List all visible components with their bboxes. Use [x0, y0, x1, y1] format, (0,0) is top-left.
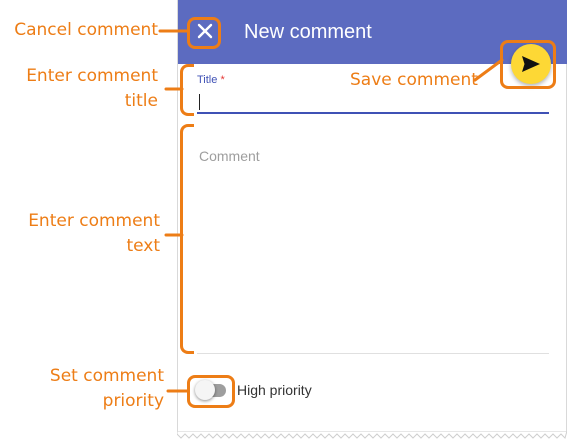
enter-text-callout-line1: Enter comment — [28, 211, 160, 231]
set-priority-callout-line1: Set comment — [49, 366, 164, 386]
screenshot: New comment Title * High priority — [0, 0, 567, 439]
torn-edge — [177, 431, 567, 439]
close-icon — [197, 23, 213, 39]
dialog-title: New comment — [244, 21, 372, 43]
cancel-comment-button[interactable] — [190, 16, 220, 46]
text-cursor — [199, 94, 200, 110]
set-priority-callout-line2: priority — [102, 391, 164, 411]
set-priority-callout: Set comment priority — [50, 364, 164, 414]
save-comment-callout: Save comment — [350, 68, 478, 93]
cancel-comment-callout-text: Cancel comment — [14, 20, 158, 40]
enter-text-callout-line2: text — [126, 236, 160, 256]
save-comment-callout-text: Save comment — [350, 70, 478, 90]
enter-title-callout-line2: title — [124, 91, 158, 111]
title-label: Title * — [197, 74, 225, 86]
title-label-text: Title — [197, 74, 218, 86]
comment-textarea[interactable] — [197, 138, 549, 354]
send-icon — [522, 56, 540, 72]
title-input[interactable] — [197, 90, 549, 114]
priority-row: High priority — [195, 378, 312, 402]
save-comment-button[interactable] — [511, 44, 551, 84]
comment-dialog: New comment Title * High priority — [177, 0, 567, 433]
high-priority-toggle[interactable] — [195, 378, 229, 402]
toggle-thumb — [195, 380, 215, 400]
enter-title-callout-line1: Enter comment — [26, 66, 158, 86]
cancel-comment-callout: Cancel comment — [14, 18, 158, 43]
enter-title-callout: Enter comment title — [26, 64, 158, 114]
high-priority-label: High priority — [237, 382, 312, 398]
enter-text-callout: Enter comment text — [28, 209, 160, 259]
required-marker: * — [220, 74, 225, 86]
dialog-header: New comment — [178, 0, 567, 64]
